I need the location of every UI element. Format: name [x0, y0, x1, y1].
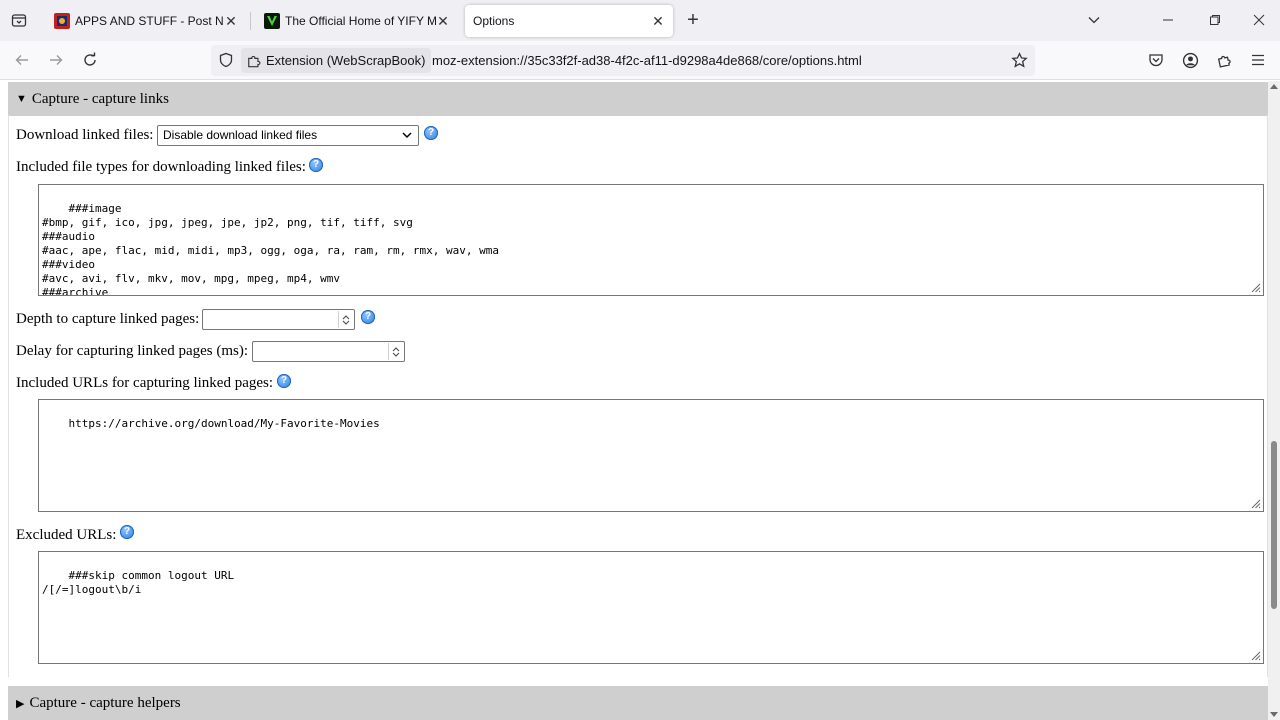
app-menu-button[interactable]: [1249, 51, 1267, 69]
help-icon[interactable]: ?: [277, 374, 291, 388]
download-linked-files-label: Download linked files:: [16, 127, 154, 143]
tab-separator: [250, 12, 251, 30]
spin-down-icon: [392, 352, 400, 357]
new-tab-button[interactable]: +: [683, 10, 703, 30]
textarea-content: ###skip common logout URL /[/=]logout\b/…: [42, 569, 235, 596]
expanded-triangle-icon: ▼: [16, 93, 27, 105]
resize-grip-icon[interactable]: [1249, 497, 1261, 509]
reload-button[interactable]: [80, 50, 100, 70]
chevron-down-icon: [1088, 17, 1100, 24]
hamburger-menu-icon: [1252, 54, 1264, 66]
tab-strip: APPS AND STUFF - Post New Th ✕ The Offic…: [0, 0, 1280, 41]
download-linked-files-select[interactable]: Disable download linked files: [157, 125, 419, 146]
tracking-protection-icon[interactable]: [218, 52, 234, 73]
included-urls-textarea[interactable]: https://archive.org/download/My-Favorite…: [38, 399, 1264, 512]
help-icon[interactable]: ?: [424, 126, 438, 140]
navigation-toolbar: Extension (WebScrapBook) moz-extension:/…: [0, 41, 1280, 80]
arrow-right-icon: [50, 55, 63, 65]
page-scrollbar[interactable]: [1268, 81, 1280, 720]
scroll-up-icon[interactable]: [1270, 83, 1278, 89]
spin-down-icon: [342, 320, 350, 325]
chevron-down-icon: [402, 132, 412, 139]
included-file-types-textarea[interactable]: ###image #bmp, gif, ico, jpg, jpeg, jpe,…: [38, 184, 1264, 296]
excluded-urls-label: Excluded URLs:: [16, 527, 117, 543]
tab-title: Options: [473, 14, 515, 28]
help-icon[interactable]: ?: [120, 525, 134, 539]
delay-label: Delay for capturing linked pages (ms):: [16, 343, 249, 359]
section-title: Capture - capture helpers: [29, 694, 181, 711]
included-file-types-label: Included file types for downloading link…: [16, 159, 306, 175]
url-bar[interactable]: Extension (WebScrapBook) moz-extension:/…: [211, 45, 1035, 76]
tab-title: APPS AND STUFF - Post New Th: [75, 14, 224, 28]
apps-and-stuff-favicon: [54, 13, 70, 29]
section-title: Capture - capture links: [31, 90, 169, 107]
close-tab-icon[interactable]: ✕: [224, 13, 238, 29]
number-spinner[interactable]: [338, 311, 353, 328]
bookmark-star-icon[interactable]: [1011, 52, 1028, 74]
section-capture-helpers-header[interactable]: ▶ Capture - capture helpers: [8, 686, 1268, 720]
restore-icon: [1210, 15, 1220, 25]
section-capture-links-header[interactable]: ▼ Capture - capture links: [8, 82, 1268, 116]
list-tabs-chevron[interactable]: [1084, 10, 1104, 30]
pocket-button[interactable]: [1147, 51, 1165, 69]
textarea-content: https://archive.org/download/My-Favorite…: [68, 417, 380, 430]
depth-number-input[interactable]: [202, 309, 355, 330]
scroll-down-icon[interactable]: [1270, 712, 1278, 718]
extensions-puzzle-icon: [1217, 55, 1231, 68]
delay-number-input[interactable]: [252, 341, 405, 362]
minimize-icon: [1163, 19, 1173, 21]
yify-favicon: [264, 13, 280, 29]
tab-apps-and-stuff[interactable]: APPS AND STUFF - Post New Th ✕: [44, 5, 246, 37]
reload-icon: [84, 52, 96, 66]
help-icon[interactable]: ?: [309, 158, 323, 172]
close-window-button[interactable]: [1249, 10, 1269, 30]
resize-grip-icon[interactable]: [1249, 649, 1261, 661]
arrow-left-icon: [15, 55, 28, 65]
account-button[interactable]: [1181, 51, 1199, 69]
close-tab-icon[interactable]: ✕: [436, 13, 450, 29]
account-icon: [1182, 52, 1198, 68]
tab-list-icon: [11, 14, 27, 27]
extensions-button[interactable]: [1215, 51, 1233, 69]
site-identity-label: Extension (WebScrapBook): [266, 53, 426, 68]
back-button[interactable]: [12, 50, 32, 70]
forward-button[interactable]: [46, 50, 66, 70]
close-icon: [1253, 14, 1265, 26]
tab-options[interactable]: Options ✕: [465, 5, 673, 37]
tab-title: The Official Home of YIFY Movie: [285, 14, 436, 28]
list-all-tabs-button[interactable]: [8, 9, 30, 31]
scrollbar-thumb[interactable]: [1271, 441, 1277, 609]
options-page: ▼ Capture - capture links Download linke…: [0, 81, 1280, 720]
help-icon[interactable]: ?: [361, 310, 375, 324]
excluded-urls-textarea[interactable]: ###skip common logout URL /[/=]logout\b/…: [38, 551, 1264, 664]
collapsed-triangle-icon: ▶: [16, 697, 25, 710]
tab-yify-movies[interactable]: The Official Home of YIFY Movie ✕: [254, 5, 458, 37]
select-value: Disable download linked files: [163, 128, 318, 142]
pocket-icon: [1149, 54, 1163, 67]
minimize-button[interactable]: [1158, 10, 1178, 30]
site-identity-chip[interactable]: Extension (WebScrapBook): [241, 48, 432, 73]
restore-button[interactable]: [1205, 10, 1225, 30]
url-text[interactable]: moz-extension://35c33f2f-ad38-4f2c-af11-…: [432, 53, 862, 68]
close-tab-icon[interactable]: ✕: [651, 13, 665, 29]
textarea-content: ###image #bmp, gif, ico, jpg, jpeg, jpe,…: [42, 202, 499, 296]
number-spinner[interactable]: [388, 343, 403, 360]
resize-grip-icon[interactable]: [1249, 281, 1261, 293]
depth-label: Depth to capture linked pages:: [16, 311, 200, 327]
puzzle-piece-icon: [248, 55, 261, 67]
included-urls-label: Included URLs for capturing linked pages…: [16, 375, 274, 391]
